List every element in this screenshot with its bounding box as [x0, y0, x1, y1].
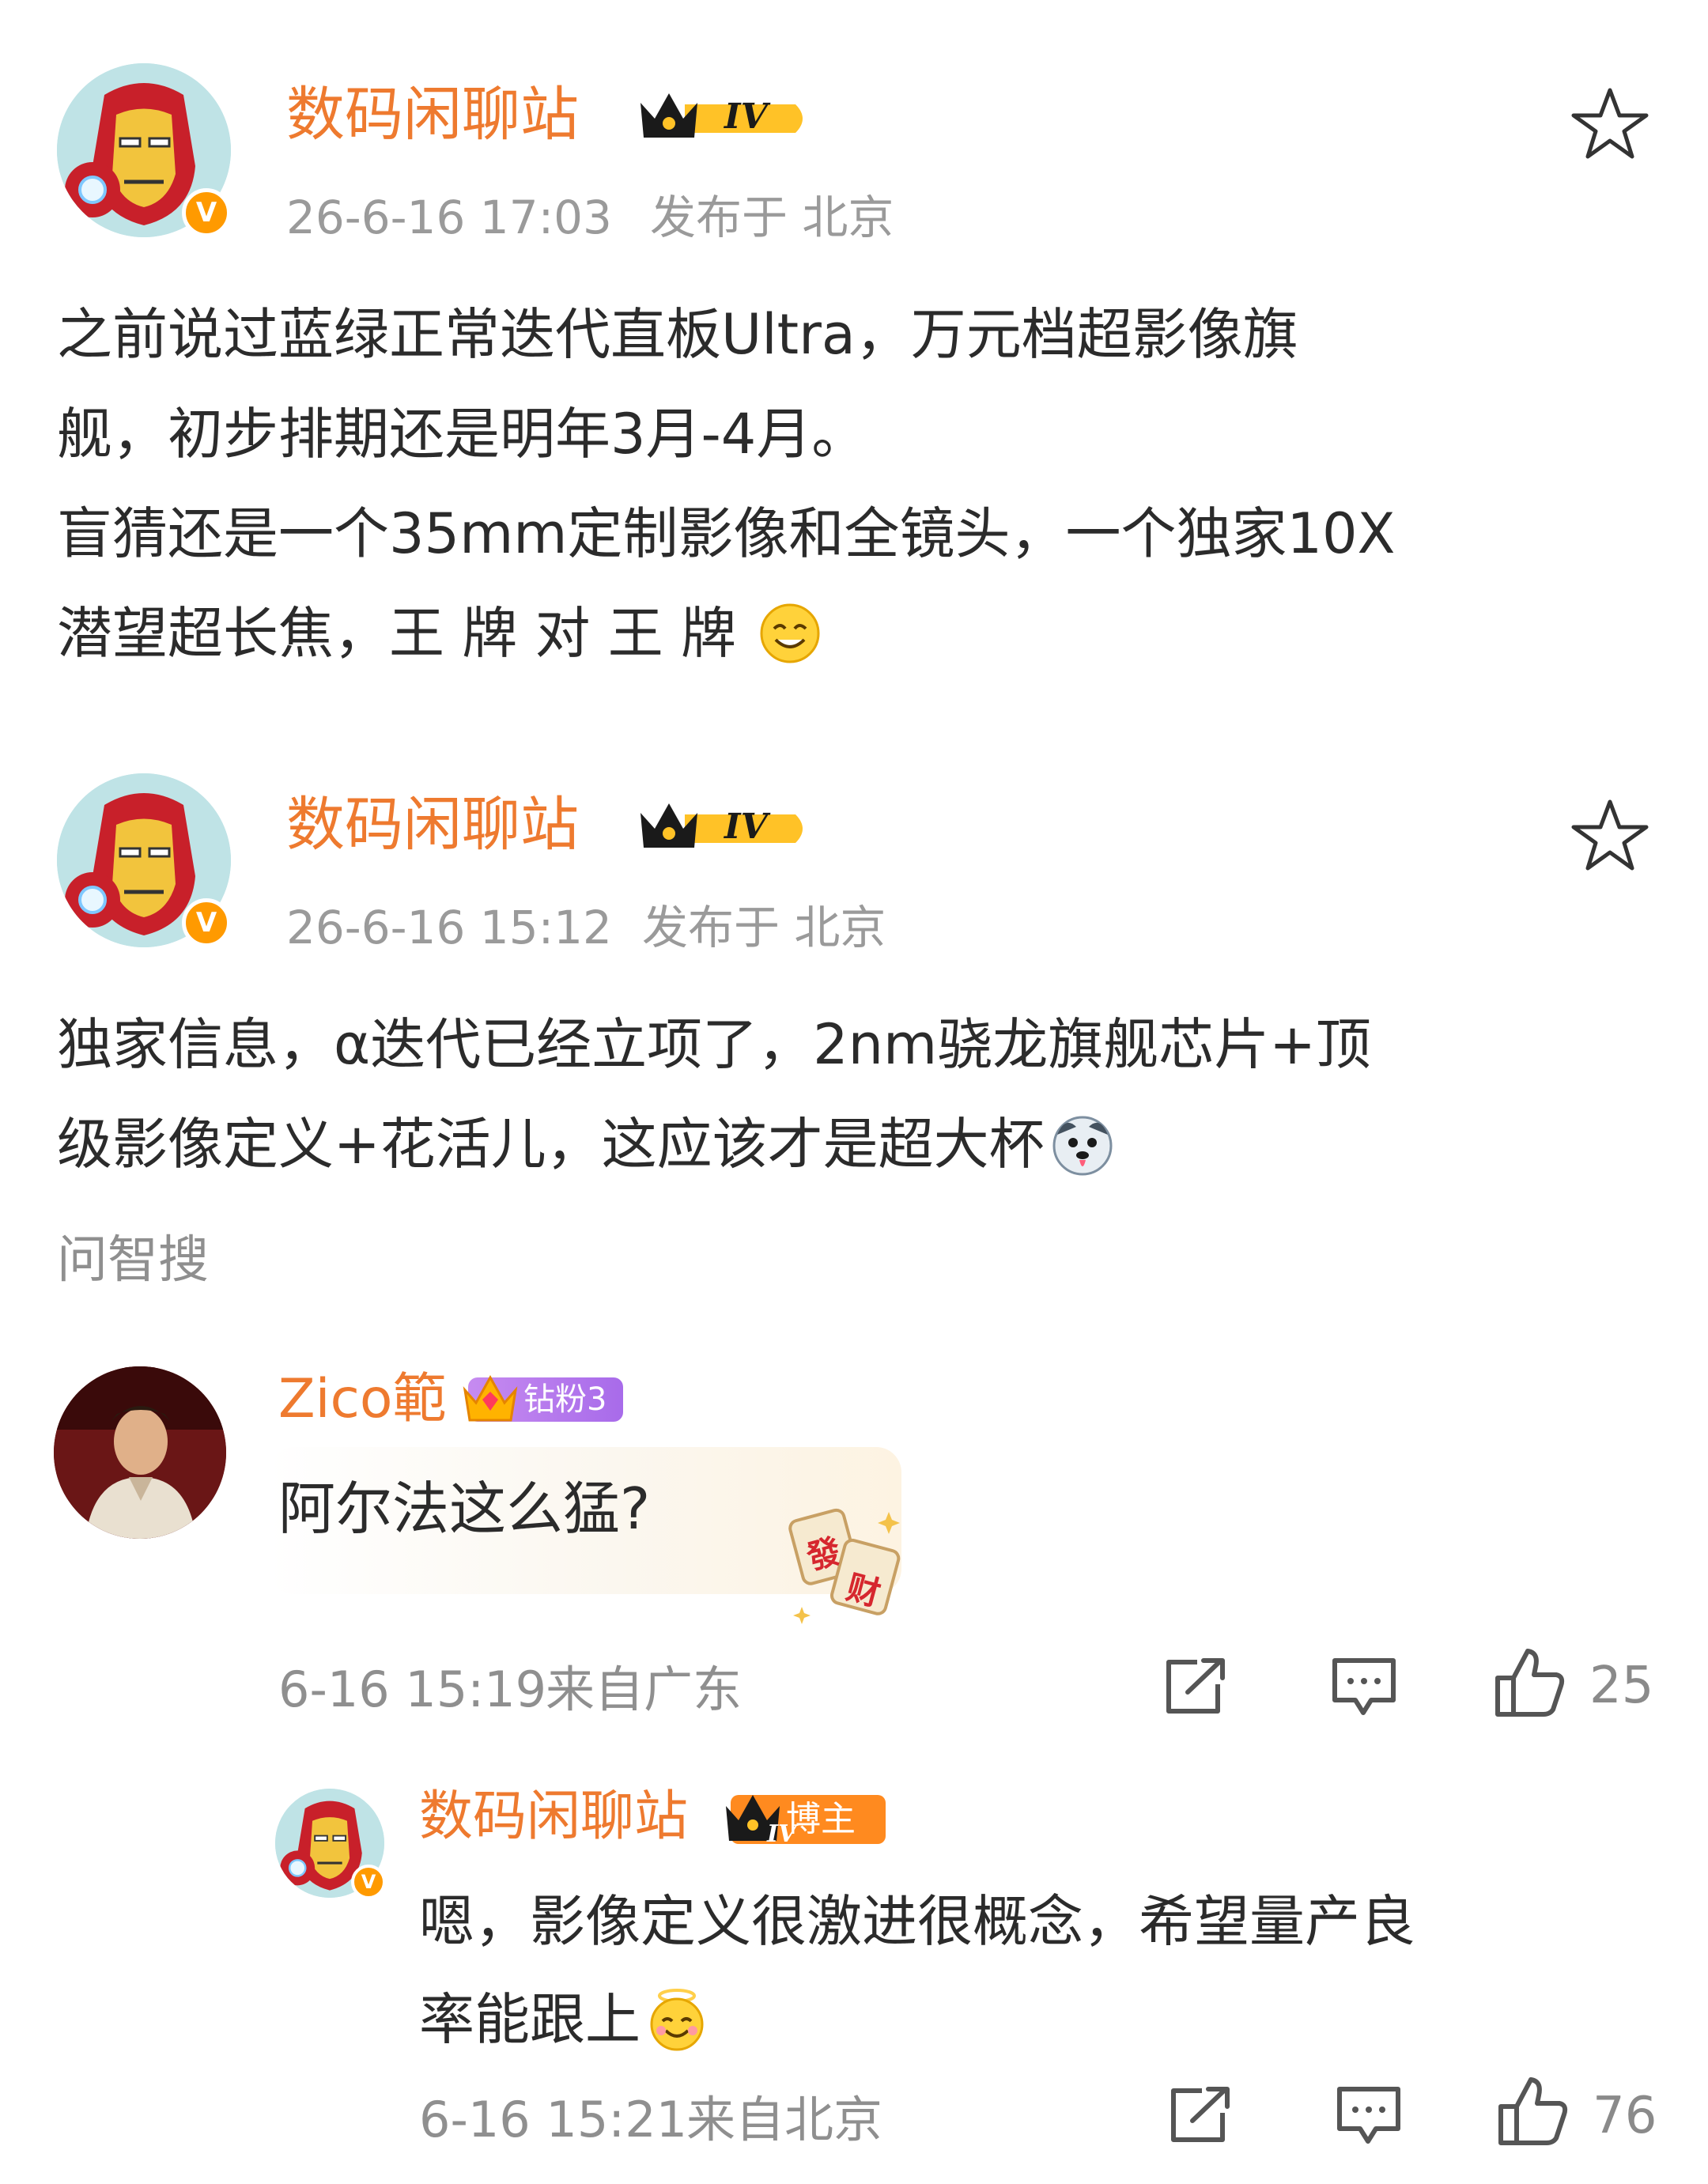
- author-name[interactable]: 数码闲聊站: [286, 85, 579, 144]
- verified-badge-icon: V: [182, 898, 231, 947]
- host-badge: 博主 IV: [723, 1789, 886, 1849]
- favorite-star-icon[interactable]: [1570, 85, 1649, 161]
- verified-badge-icon: V: [182, 188, 231, 237]
- ask-search-link[interactable]: 问智搜: [57, 1235, 209, 1286]
- angel-emoji-icon: [650, 1989, 704, 2051]
- commenter-name[interactable]: Zico範: [278, 1373, 446, 1426]
- comment-icon[interactable]: [1328, 1654, 1400, 1721]
- reply-location: 来自北京: [686, 2091, 883, 2148]
- favorite-star-icon[interactable]: [1570, 797, 1649, 873]
- post-line: 潜望超长焦，王 牌 对 王 牌: [57, 601, 737, 666]
- comment-text: 阿尔法这么猛?: [278, 1476, 651, 1542]
- replier-avatar[interactable]: V: [275, 1789, 386, 1899]
- comment-time: 6-16 15:19: [278, 1661, 547, 1718]
- post-line: 舰，初步排期还是明年3月-4月。: [57, 402, 867, 467]
- comment-location: 来自广东: [546, 1661, 743, 1718]
- user-photo-avatar-icon: [54, 1366, 226, 1539]
- post-line: 盲猜还是一个35mm定制影像和全镜头，一个独家10X: [57, 501, 1396, 566]
- post-time: 26-6-16 15:12: [286, 901, 612, 954]
- fan-level-badge: 钻粉3: [460, 1371, 623, 1426]
- share-icon[interactable]: [1167, 2084, 1235, 2146]
- comment-icon[interactable]: [1333, 2083, 1404, 2149]
- post-line: 级影像定义+花活儿，这应该才是超大杯: [57, 1112, 1045, 1177]
- diamond-crown-icon: [463, 1374, 518, 1422]
- like-thumb-icon[interactable]: [1491, 1645, 1567, 1721]
- post-time: 26-6-16 17:03: [286, 191, 612, 244]
- share-icon[interactable]: [1162, 1656, 1230, 1717]
- verified-badge-icon: V: [351, 1865, 386, 1899]
- reply-line: 率能跟上: [419, 1987, 640, 2052]
- level-crown-badge: IV: [637, 797, 811, 860]
- reply-time: 6-16 15:21: [419, 2091, 688, 2148]
- like-count: 76: [1593, 2087, 1657, 2145]
- like-count: 25: [1589, 1657, 1654, 1715]
- smile-emoji-icon: [760, 603, 820, 663]
- replier-name[interactable]: 数码闲聊站: [419, 1790, 688, 1844]
- post-line: 独家信息，α迭代已经立项了，2nm骁龙旗舰芯片+顶: [57, 1012, 1371, 1077]
- author-name[interactable]: 数码闲聊站: [286, 795, 579, 854]
- commenter-avatar[interactable]: [54, 1366, 226, 1539]
- level-crown-badge: IV: [637, 87, 811, 150]
- reply-line: 嗯，影像定义很激进很概念，希望量产良: [419, 1889, 1415, 1954]
- author-avatar[interactable]: V: [57, 773, 231, 947]
- husky-emoji-icon: [1052, 1116, 1113, 1176]
- reply-content: 嗯，影像定义很激进很概念，希望量产良 率能跟上: [419, 1872, 1415, 2069]
- post-content: 独家信息，α迭代已经立项了，2nm骁龙旗舰芯片+顶 级影像定义+花活儿，这应该才…: [57, 995, 1371, 1194]
- post-content: 之前说过蓝绿正常迭代直板Ultra，万元档超影像旗 舰，初步排期还是明年3月-4…: [57, 285, 1395, 683]
- author-avatar[interactable]: V: [57, 63, 231, 237]
- post-line: 之前说过蓝绿正常迭代直板Ultra，万元档超影像旗: [57, 302, 1298, 367]
- fortune-sticker: 發 财: [788, 1506, 906, 1624]
- post-location: 发布于 北京: [642, 901, 886, 954]
- like-thumb-icon[interactable]: [1494, 2073, 1570, 2149]
- post-location: 发布于 北京: [650, 191, 894, 244]
